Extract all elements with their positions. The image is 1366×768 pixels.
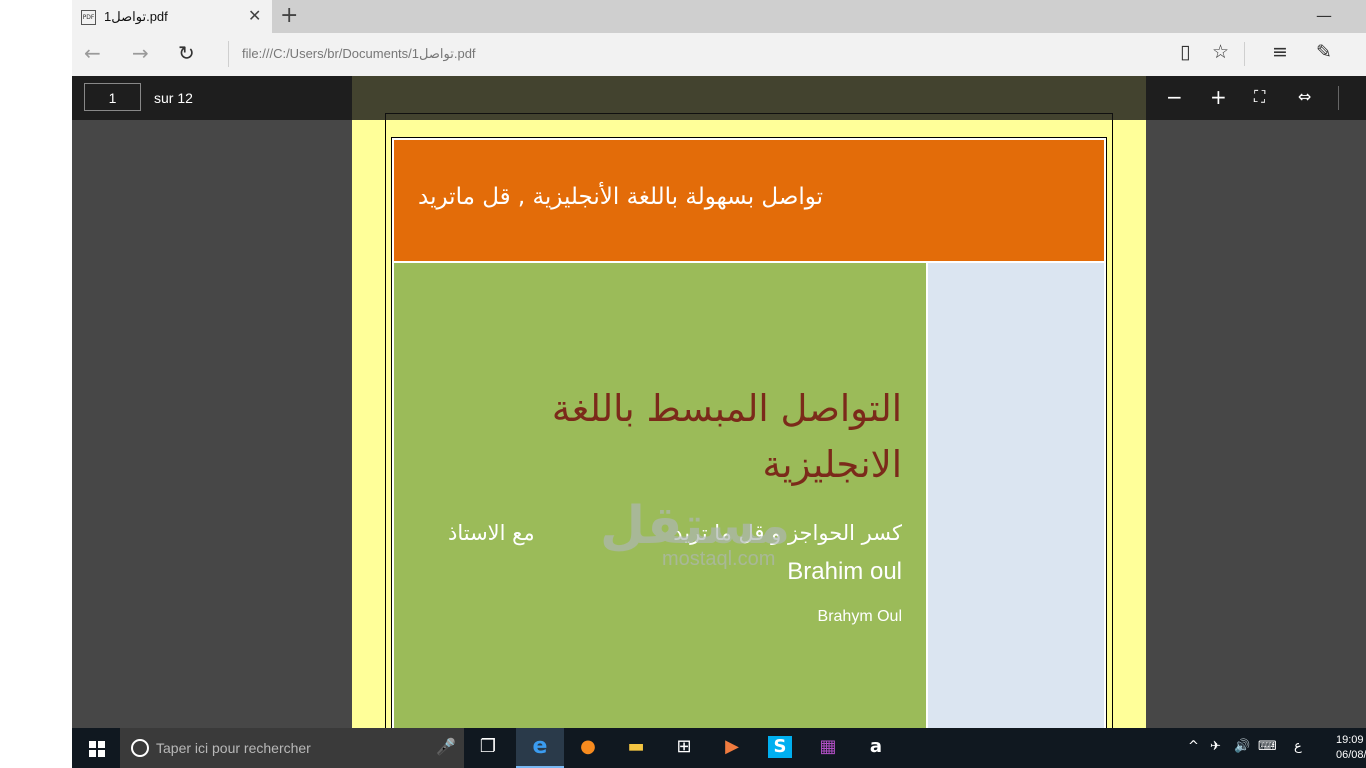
tab-bar: PDF تواصل1.pdf ✕ + — <box>72 0 1366 33</box>
refresh-icon[interactable]: ↻ <box>178 41 195 65</box>
firefox-icon[interactable]: ● <box>564 728 612 768</box>
task-view-glyph: ❐ <box>479 736 497 757</box>
edge-glyph: e <box>532 734 548 759</box>
skype-glyph: S <box>768 736 792 758</box>
skype-icon[interactable]: S <box>756 728 804 768</box>
file-explorer-icon[interactable]: ▬ <box>612 728 660 768</box>
clock-time: 19:09 <box>1336 734 1364 746</box>
media-glyph: ▶ <box>725 736 739 757</box>
chevron-up-icon[interactable]: ^ <box>1188 739 1199 754</box>
search-icon <box>131 739 149 757</box>
windows-logo <box>89 741 105 757</box>
pdf-page: تواصل بسهولة باللغة الأنجليزية , قل ماتر… <box>352 76 1146 728</box>
close-icon[interactable]: ✕ <box>248 6 261 25</box>
favorite-star-icon[interactable]: ☆ <box>1212 41 1229 63</box>
search-box[interactable]: Taper ici pour rechercher 🎤 <box>120 728 464 768</box>
banner-text: تواصل بسهولة باللغة الأنجليزية , قل ماتر… <box>418 184 824 210</box>
fit-page-icon[interactable]: ⛶ <box>1254 87 1265 107</box>
watermark-logo: مستقل <box>600 496 791 556</box>
windows-start-icon[interactable] <box>72 728 120 768</box>
firefox-glyph: ● <box>580 736 596 757</box>
hub-icon[interactable]: ≡ <box>1272 41 1288 63</box>
media-player-icon[interactable]: ▶ <box>708 728 756 768</box>
page-total-label: sur 12 <box>154 90 193 106</box>
title-line-1: التواصل المبسط باللغة <box>551 387 902 430</box>
subtitle-left: مع الاستاذ <box>448 521 535 545</box>
url-field[interactable]: file:///C:/Users/br/Documents/تواصل1.pdf <box>242 46 476 62</box>
folder-glyph: ▬ <box>627 736 645 757</box>
reading-view-icon[interactable]: ▯ <box>1180 41 1190 63</box>
tab-pdf[interactable]: PDF تواصل1.pdf ✕ <box>72 0 272 33</box>
back-icon[interactable]: ← <box>84 41 101 65</box>
note-icon[interactable]: ✎ <box>1316 41 1332 63</box>
amazon-icon[interactable]: a <box>852 728 900 768</box>
author-name: Brahim oul <box>787 558 902 585</box>
document-title: التواصل المبسط باللغة الانجليزية <box>432 381 902 493</box>
network-icon[interactable]: ✈ <box>1210 739 1221 754</box>
store-glyph: ⊞ <box>676 736 692 757</box>
forward-icon[interactable]: → <box>132 41 149 65</box>
address-bar: ← → ↻ file:///C:/Users/br/Documents/تواص… <box>72 33 1366 76</box>
volume-icon[interactable]: 🔊 <box>1234 739 1250 754</box>
fit-width-icon[interactable]: ⇔ <box>1298 87 1311 106</box>
clock-date: 06/08/20 <box>1336 749 1366 761</box>
page-number-input[interactable]: 1 <box>84 83 141 111</box>
plus-icon[interactable]: + <box>280 3 298 28</box>
task-view-icon[interactable]: ❐ <box>464 728 512 768</box>
toolbar-overlay <box>352 76 1146 120</box>
clock[interactable]: 19:09 06/08/20 <box>1336 733 1366 763</box>
search-placeholder: Taper ici pour rechercher <box>156 740 311 756</box>
minimize-icon[interactable]: — <box>1316 6 1332 25</box>
zoom-out-icon[interactable]: − <box>1166 85 1183 109</box>
edge-icon[interactable]: e <box>516 728 564 768</box>
taskbar: Taper ici pour rechercher 🎤 ❐ e ● ▬ ⊞ ▶ … <box>72 728 1366 768</box>
author-name-small: Brahym Oul <box>817 608 902 625</box>
zoom-in-icon[interactable]: + <box>1210 85 1227 109</box>
amazon-glyph: a <box>869 736 883 757</box>
tab-title: تواصل1.pdf <box>104 9 168 24</box>
blue-panel <box>928 263 1104 728</box>
winrar-glyph: ▦ <box>819 736 837 757</box>
watermark-url: mostaql.com <box>662 548 776 570</box>
language-indicator[interactable]: ع <box>1294 739 1302 754</box>
divider <box>1338 86 1339 110</box>
input-method-icon[interactable]: ⌨ <box>1258 739 1277 754</box>
orange-banner: تواصل بسهولة باللغة الأنجليزية , قل ماتر… <box>394 140 1104 261</box>
winrar-icon[interactable]: ▦ <box>804 728 852 768</box>
divider <box>1244 42 1245 66</box>
browser-window: PDF تواصل1.pdf ✕ + — ← → ↻ file:///C:/Us… <box>72 0 1366 768</box>
store-icon[interactable]: ⊞ <box>660 728 708 768</box>
title-line-2: الانجليزية <box>762 443 902 486</box>
divider <box>228 41 229 67</box>
pdf-icon: PDF <box>81 10 96 25</box>
mic-icon[interactable]: 🎤 <box>436 737 456 756</box>
